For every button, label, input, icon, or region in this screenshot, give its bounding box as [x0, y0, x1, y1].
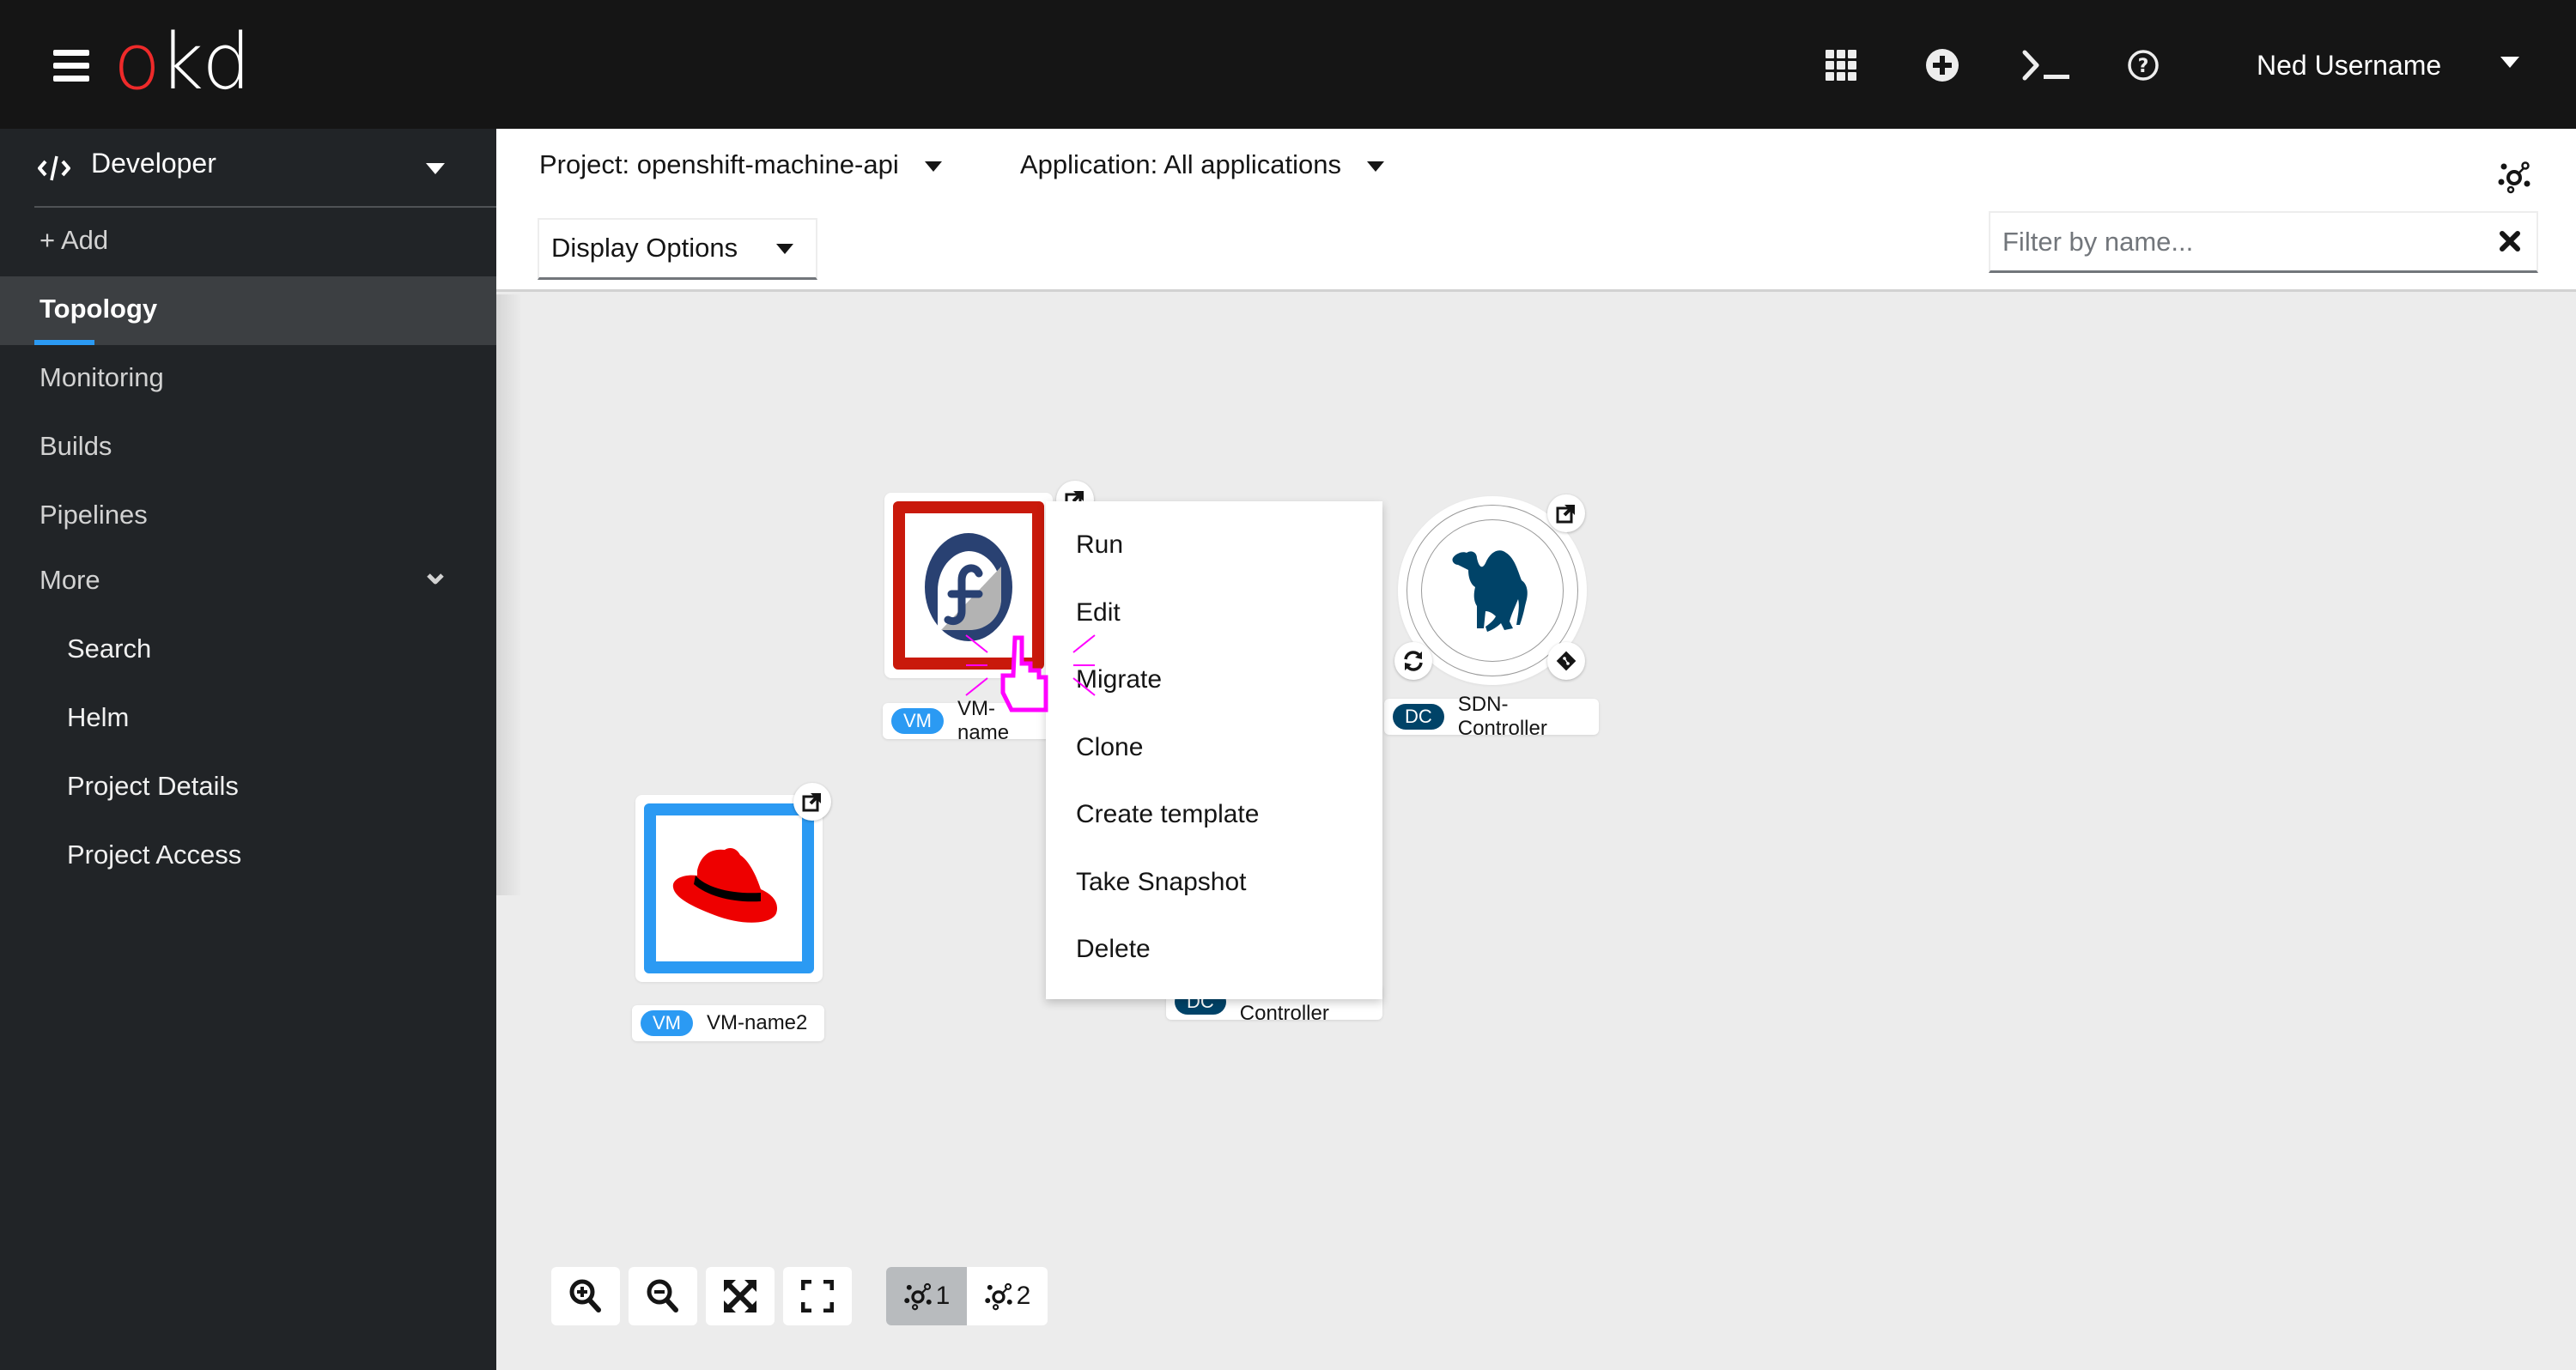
sidebar-item-more[interactable]: More: [0, 548, 496, 616]
application-dropdown[interactable]: Application: All applications: [1020, 146, 1384, 184]
menu-item-run[interactable]: Run: [1046, 520, 1382, 588]
node-label-sdn-controller[interactable]: DC SDN-Controller: [1384, 693, 1599, 740]
sidebar-item-search[interactable]: Search: [0, 616, 496, 685]
menu-item-delete[interactable]: Delete: [1046, 924, 1382, 992]
fit-to-screen-button[interactable]: [706, 1267, 775, 1325]
node-label-vm-name2[interactable]: VM VM-name2: [632, 1005, 824, 1041]
external-link-icon[interactable]: [1547, 494, 1585, 532]
topology-icon: [984, 1282, 1012, 1311]
vm-badge: VM: [641, 1010, 693, 1036]
expand-arrows-icon: [724, 1280, 756, 1312]
sidebar-item-builds[interactable]: Builds: [0, 414, 496, 482]
dc-badge: DC: [1393, 704, 1444, 730]
layout-toggle-group: 1 2: [886, 1267, 1048, 1325]
perspective-label: Developer: [91, 148, 216, 179]
nav-toggle-button[interactable]: [53, 50, 89, 82]
sidebar: Developer + Add Topology Monitoring Buil…: [0, 129, 496, 1370]
topology-icon: [903, 1282, 932, 1311]
context-menu: Run Edit Migrate Clone Create template T…: [1046, 501, 1382, 999]
caret-down-icon[interactable]: [2500, 57, 2519, 68]
terminal-icon[interactable]: [2020, 43, 2073, 88]
topology-toolbar: Project: openshift-machine-api Applicati…: [496, 129, 2576, 292]
sidebar-item-topology[interactable]: Topology: [0, 276, 496, 345]
sidebar-item-project-details[interactable]: Project Details: [0, 754, 496, 822]
perl-camel-icon: [1452, 550, 1528, 632]
app-launcher-icon[interactable]: [1819, 43, 1863, 88]
vm-badge: VM: [891, 708, 944, 734]
topology-node-vm-name2[interactable]: [635, 783, 831, 982]
chevron-down-icon: [426, 572, 445, 590]
code-icon: [37, 155, 71, 186]
external-link-icon[interactable]: [793, 783, 831, 821]
menu-item-clone[interactable]: Clone: [1046, 723, 1382, 791]
git-icon[interactable]: [1547, 642, 1585, 680]
filter-by-name: [1989, 211, 2538, 273]
add-icon[interactable]: [1920, 43, 1965, 88]
masthead: okd ? Ned Username: [0, 0, 2576, 129]
display-options-dropdown[interactable]: Display Options: [538, 218, 817, 280]
perspective-switcher[interactable]: Developer: [0, 129, 496, 208]
sidebar-item-project-access[interactable]: Project Access: [0, 822, 496, 891]
user-menu-toggle[interactable]: Ned Username: [2257, 43, 2441, 88]
expand-icon: [801, 1280, 834, 1312]
okd-logo[interactable]: okd: [113, 15, 251, 110]
layout-1-button[interactable]: 1: [886, 1267, 967, 1325]
project-dropdown[interactable]: Project: openshift-machine-api: [539, 146, 942, 184]
sidebar-item-add[interactable]: + Add: [0, 208, 496, 276]
caret-down-icon: [924, 161, 942, 172]
sidebar-item-helm[interactable]: Helm: [0, 685, 496, 754]
zoom-out-button[interactable]: [629, 1267, 697, 1325]
fedora-icon: [925, 533, 1012, 641]
redhat-icon: [672, 848, 778, 923]
zoom-in-button[interactable]: [551, 1267, 620, 1325]
sidebar-item-pipelines[interactable]: Pipelines: [0, 482, 496, 551]
reset-view-button[interactable]: [783, 1267, 852, 1325]
svg-text:?: ?: [2138, 56, 2149, 77]
zoom-out-icon: [647, 1279, 678, 1312]
filter-input[interactable]: [2002, 220, 2483, 264]
close-icon[interactable]: [2497, 228, 2523, 258]
rebuild-icon[interactable]: [1394, 642, 1432, 680]
caret-down-icon: [1366, 161, 1384, 172]
topology-view-icon[interactable]: [2497, 160, 2531, 198]
click-cursor-icon: [965, 634, 1096, 712]
caret-down-icon: [776, 244, 793, 254]
topology-node-sdn-controller[interactable]: [1394, 494, 1587, 685]
canvas-shadow: [496, 294, 522, 895]
help-icon[interactable]: ?: [2121, 43, 2166, 88]
sidebar-item-monitoring[interactable]: Monitoring: [0, 345, 496, 414]
zoom-in-icon: [569, 1279, 601, 1312]
menu-item-take-snapshot[interactable]: Take Snapshot: [1046, 858, 1382, 925]
caret-down-icon: [426, 163, 445, 174]
menu-item-create-template[interactable]: Create template: [1046, 790, 1382, 858]
layout-2-button[interactable]: 2: [967, 1267, 1048, 1325]
